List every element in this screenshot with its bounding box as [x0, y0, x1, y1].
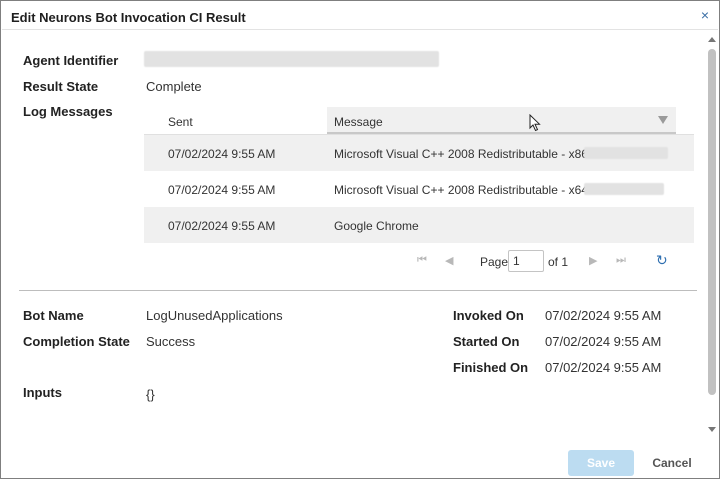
row-message: Microsoft Visual C++ 2008 Redistributabl… — [334, 147, 588, 161]
row-sent: 07/02/2024 9:55 AM — [168, 147, 276, 161]
completion-state-label: Completion State — [23, 334, 130, 349]
started-on-label: Started On — [453, 334, 520, 349]
table-row[interactable]: 07/02/2024 9:55 AM Google Chrome — [144, 207, 694, 243]
filter-icon[interactable] — [658, 116, 668, 124]
refresh-icon[interactable]: ↻ — [656, 252, 668, 269]
next-page-icon[interactable]: ▶ — [589, 254, 597, 267]
log-grid-header: Sent Message — [144, 107, 694, 134]
bot-name-value: LogUnusedApplications — [146, 308, 283, 323]
cancel-button[interactable]: Cancel — [646, 450, 698, 476]
page-of-label: of 1 — [548, 255, 569, 269]
page-label: Page — [480, 255, 509, 269]
bot-name-label: Bot Name — [23, 308, 84, 323]
table-row[interactable]: 07/02/2024 9:55 AM Microsoft Visual C++ … — [144, 171, 694, 207]
row-message: Microsoft Visual C++ 2008 Redistributabl… — [334, 183, 588, 197]
agent-identifier-value-redacted — [144, 51, 439, 67]
column-header-message[interactable]: Message — [327, 107, 676, 134]
result-state-value: Complete — [146, 79, 202, 94]
grid-pager: ⏮ ◀ Page of 1 ▶ ⏭ ↻ — [411, 249, 681, 273]
last-page-icon[interactable]: ⏭ — [616, 254, 626, 267]
first-page-icon[interactable]: ⏮ — [417, 254, 427, 267]
scroll-down-arrow-icon[interactable] — [708, 427, 716, 432]
table-row[interactable]: 07/02/2024 9:55 AM Microsoft Visual C++ … — [144, 135, 694, 171]
scroll-up-arrow-icon[interactable] — [708, 37, 716, 42]
prev-page-icon[interactable]: ◀ — [445, 254, 453, 267]
started-on-value: 07/02/2024 9:55 AM — [545, 334, 662, 349]
column-header-sent[interactable]: Sent — [168, 115, 193, 129]
finished-on-label: Finished On — [453, 360, 529, 375]
save-button[interactable]: Save — [568, 450, 634, 476]
inputs-label: Inputs — [23, 385, 62, 400]
agent-identifier-label: Agent Identifier — [23, 53, 119, 68]
mouse-cursor-icon — [529, 114, 541, 132]
page-number-input[interactable] — [508, 250, 544, 272]
dialog-title: Edit Neurons Bot Invocation CI Result — [11, 10, 246, 25]
log-messages-label: Log Messages — [23, 104, 113, 119]
scroll-thumb[interactable] — [708, 49, 716, 395]
result-state-label: Result State — [23, 79, 99, 94]
completion-state-value: Success — [146, 334, 196, 349]
column-header-message-label: Message — [334, 115, 383, 129]
row-message-redacted — [584, 183, 664, 195]
invoked-on-value: 07/02/2024 9:55 AM — [545, 308, 662, 323]
row-sent: 07/02/2024 9:55 AM — [168, 219, 276, 233]
row-message-redacted — [584, 147, 668, 159]
invoked-on-label: Invoked On — [453, 308, 524, 323]
title-divider — [2, 29, 718, 30]
vertical-scrollbar[interactable] — [705, 31, 719, 439]
close-icon[interactable]: × — [701, 7, 709, 23]
section-divider — [19, 290, 697, 291]
finished-on-value: 07/02/2024 9:55 AM — [545, 360, 662, 375]
row-message: Google Chrome — [334, 219, 419, 233]
row-sent: 07/02/2024 9:55 AM — [168, 183, 276, 197]
inputs-value: {} — [146, 387, 155, 402]
edit-dialog: Edit Neurons Bot Invocation CI Result × … — [0, 0, 720, 479]
